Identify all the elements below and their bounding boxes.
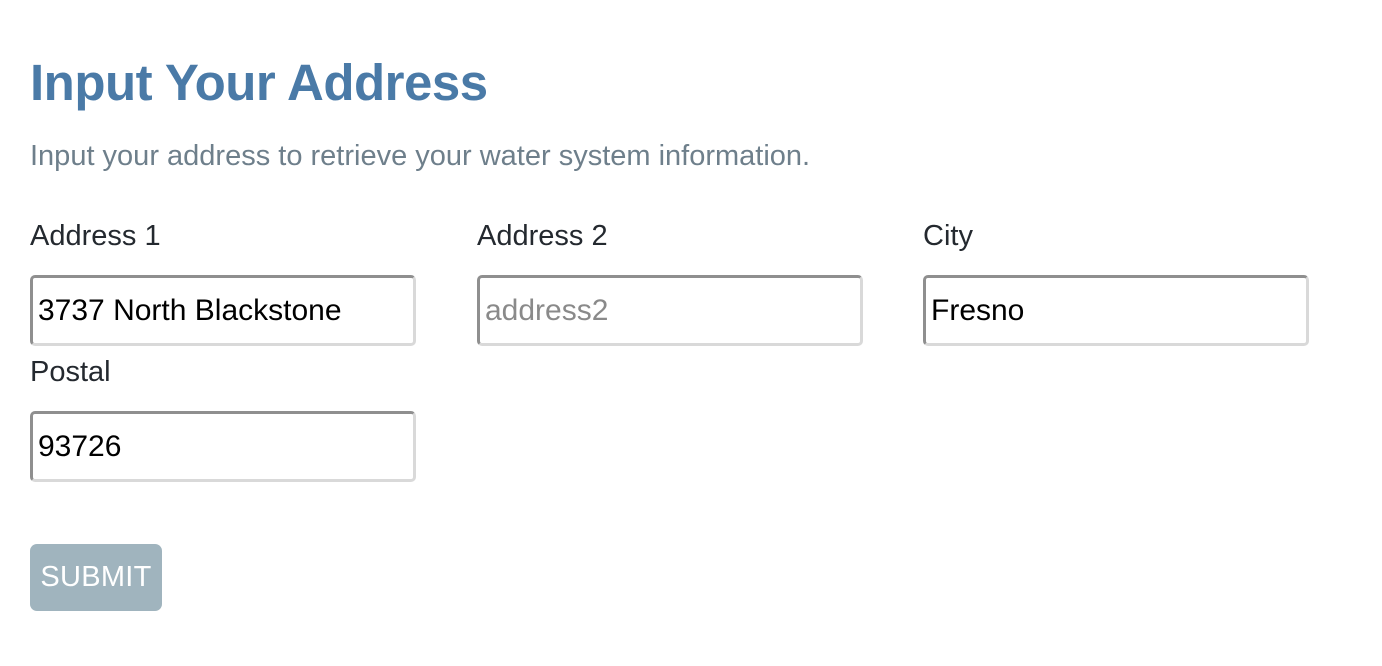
city-input[interactable]	[923, 275, 1309, 346]
postal-field-group: Postal	[30, 354, 416, 482]
address2-label: Address 2	[477, 220, 608, 252]
address1-label: Address 1	[30, 220, 161, 252]
address1-input[interactable]	[30, 275, 416, 346]
page-subtitle: Input your address to retrieve your wate…	[30, 140, 811, 172]
address1-field-group: Address 1	[30, 218, 416, 346]
address2-field-group: Address 2	[477, 218, 863, 346]
postal-input[interactable]	[30, 411, 416, 482]
postal-label: Postal	[30, 356, 111, 388]
submit-button[interactable]: SUBMIT	[30, 544, 162, 611]
city-field-group: City	[923, 218, 1309, 346]
address2-input[interactable]	[477, 275, 863, 346]
address-form-page: Input Your Address Input your address to…	[30, 0, 1352, 666]
city-label: City	[923, 220, 973, 252]
page-title: Input Your Address	[30, 54, 488, 111]
